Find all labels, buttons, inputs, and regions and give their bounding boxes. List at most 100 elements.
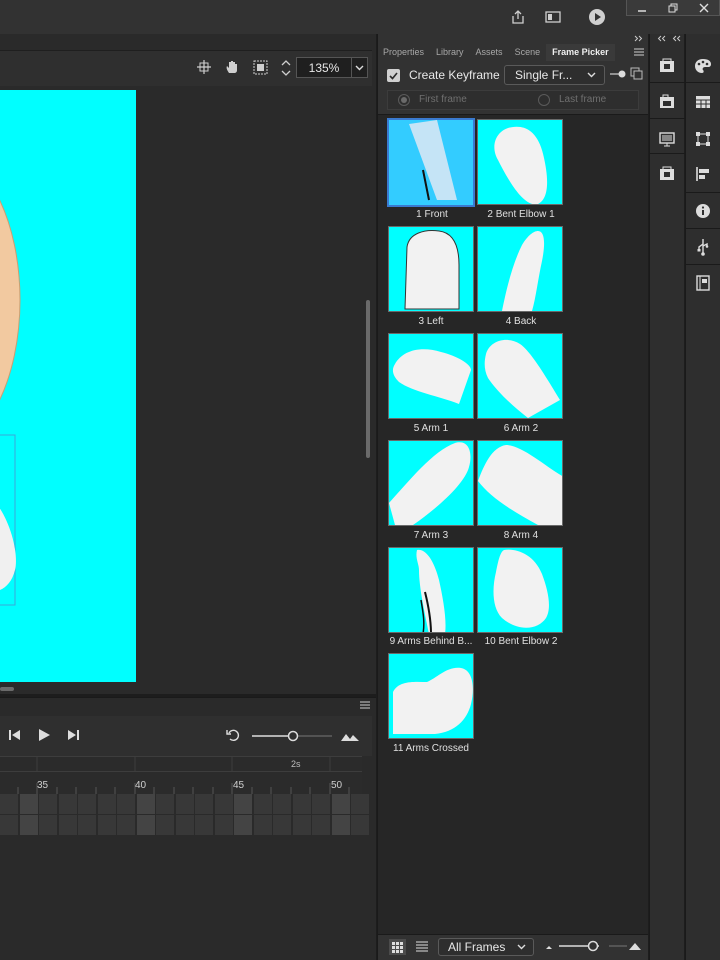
timeline-frame-cell[interactable] — [195, 815, 214, 835]
close-icon[interactable] — [688, 0, 719, 15]
timeline-frame-cell[interactable] — [273, 815, 292, 835]
timeline-frame-cell[interactable] — [234, 815, 253, 835]
timeline-frame-cell[interactable] — [175, 815, 195, 835]
stage-canvas[interactable] — [0, 90, 136, 682]
collapse-panel-icon[interactable] — [634, 35, 644, 42]
timeline-frame-cell[interactable] — [0, 794, 19, 814]
screen-icon[interactable] — [656, 128, 678, 150]
usb-icon[interactable] — [692, 236, 714, 258]
last-frame-radio[interactable] — [538, 94, 550, 106]
copy-frames-icon[interactable] — [630, 67, 643, 80]
restore-icon[interactable] — [658, 0, 689, 15]
timeline-frame-cell[interactable] — [136, 815, 156, 835]
frame-thumbnail-9[interactable] — [388, 547, 474, 633]
timeline-frame-cell[interactable] — [78, 794, 97, 814]
clip-icon[interactable] — [253, 60, 268, 75]
swatch-icon[interactable] — [692, 91, 714, 113]
frame-thumbnail-10[interactable] — [477, 547, 563, 633]
transform-icon[interactable] — [692, 128, 714, 150]
create-keyframe-checkbox[interactable] — [387, 69, 400, 82]
slider-toggle-icon[interactable] — [610, 69, 626, 79]
library-icon[interactable] — [656, 55, 678, 77]
panel-menu-icon[interactable] — [634, 48, 644, 56]
timeline-frame-cell[interactable] — [214, 794, 234, 814]
expand-strip-icon[interactable] — [671, 35, 681, 42]
info-icon[interactable] — [692, 200, 714, 222]
timeline-frame-cell[interactable] — [39, 815, 58, 835]
tab-assets[interactable]: Assets — [470, 44, 509, 61]
tab-properties[interactable]: Properties — [377, 44, 430, 61]
minimize-icon[interactable] — [627, 0, 658, 15]
frame-thumbnail-7[interactable] — [388, 440, 474, 526]
timeline-frame-cell[interactable] — [117, 815, 136, 835]
timeline-frame-cell[interactable] — [253, 794, 273, 814]
timeline-play-icon[interactable] — [37, 728, 51, 742]
step-back-icon[interactable] — [8, 729, 22, 741]
timeline-frame-cell[interactable] — [58, 815, 78, 835]
frame-thumbnail-4[interactable] — [477, 226, 563, 312]
frame-thumbnail-2[interactable] — [477, 119, 563, 205]
screen-mode-icon[interactable] — [542, 6, 564, 28]
timeline-frame-cell[interactable] — [273, 794, 292, 814]
timeline-frame-cell[interactable] — [0, 815, 19, 835]
pan-icon[interactable] — [224, 59, 242, 75]
expand-strip-icon[interactable] — [656, 35, 666, 42]
frame-thumbnail-8[interactable] — [477, 440, 563, 526]
folder-icon[interactable] — [656, 91, 678, 113]
timeline-frame-cell[interactable] — [117, 794, 136, 814]
zoom-stepper[interactable] — [280, 57, 292, 79]
loop-icon[interactable] — [226, 728, 242, 742]
zoom-dropdown-button[interactable] — [352, 57, 368, 78]
tab-frame-picker[interactable]: Frame Picker — [546, 44, 615, 61]
horizontal-scrollbar[interactable] — [0, 687, 14, 691]
timeline-frame-cell[interactable] — [19, 794, 39, 814]
timeline-layers[interactable] — [0, 794, 370, 838]
timeline-frame-cell[interactable] — [331, 815, 351, 835]
timeline-frame-cell[interactable] — [97, 794, 117, 814]
timeline-frame-cell[interactable] — [351, 794, 370, 814]
frame-mode-select[interactable]: Single Fr... — [504, 65, 605, 85]
frame-icon[interactable] — [656, 163, 678, 185]
frame-thumbnail-6[interactable] — [477, 333, 563, 419]
timeline-zoom-slider[interactable] — [252, 730, 334, 742]
zoom-input[interactable]: 135% — [296, 57, 352, 78]
fit-icon[interactable] — [341, 730, 359, 742]
tab-scene[interactable]: Scene — [509, 44, 547, 61]
thumbnail-size-slider[interactable] — [545, 940, 643, 952]
share-icon[interactable] — [507, 6, 529, 28]
timeline-frame-cell[interactable] — [351, 815, 370, 835]
timeline-frame-cell[interactable] — [156, 815, 175, 835]
palette-icon[interactable] — [692, 55, 714, 77]
center-stage-icon[interactable] — [197, 60, 211, 74]
tab-library[interactable]: Library — [430, 44, 470, 61]
timeline-frame-cell[interactable] — [97, 815, 117, 835]
timeline-frame-cell[interactable] — [175, 794, 195, 814]
timeline-frame-cell[interactable] — [156, 794, 175, 814]
timeline-frame-cell[interactable] — [136, 794, 156, 814]
timeline-frame-cell[interactable] — [214, 815, 234, 835]
step-forward-icon[interactable] — [66, 729, 80, 741]
timeline-frame-cell[interactable] — [331, 794, 351, 814]
timeline-menu-icon[interactable] — [360, 701, 370, 709]
timeline-frame-cell[interactable] — [39, 794, 58, 814]
frame-filter-select[interactable]: All Frames — [438, 938, 534, 956]
frame-thumbnail-1[interactable] — [387, 118, 475, 207]
vertical-scrollbar[interactable] — [366, 300, 370, 458]
timeline-frame-cell[interactable] — [253, 815, 273, 835]
frame-thumbnail-5[interactable] — [388, 333, 474, 419]
book-icon[interactable] — [692, 272, 714, 294]
play-icon[interactable] — [586, 6, 608, 28]
timeline-ruler[interactable] — [0, 756, 362, 795]
timeline-frame-cell[interactable] — [19, 815, 39, 835]
timeline-frame-cell[interactable] — [312, 794, 331, 814]
timeline-frame-cell[interactable] — [292, 794, 312, 814]
frame-thumbnail-3[interactable] — [388, 226, 474, 312]
first-frame-radio[interactable] — [398, 94, 410, 106]
frame-thumbnail-11[interactable] — [388, 653, 474, 739]
grid-view-icon[interactable] — [389, 939, 406, 955]
timeline-frame-cell[interactable] — [312, 815, 331, 835]
timeline-frame-cell[interactable] — [234, 794, 253, 814]
align-icon[interactable] — [692, 163, 714, 185]
list-view-icon[interactable] — [416, 941, 428, 952]
timeline-frame-cell[interactable] — [58, 794, 78, 814]
